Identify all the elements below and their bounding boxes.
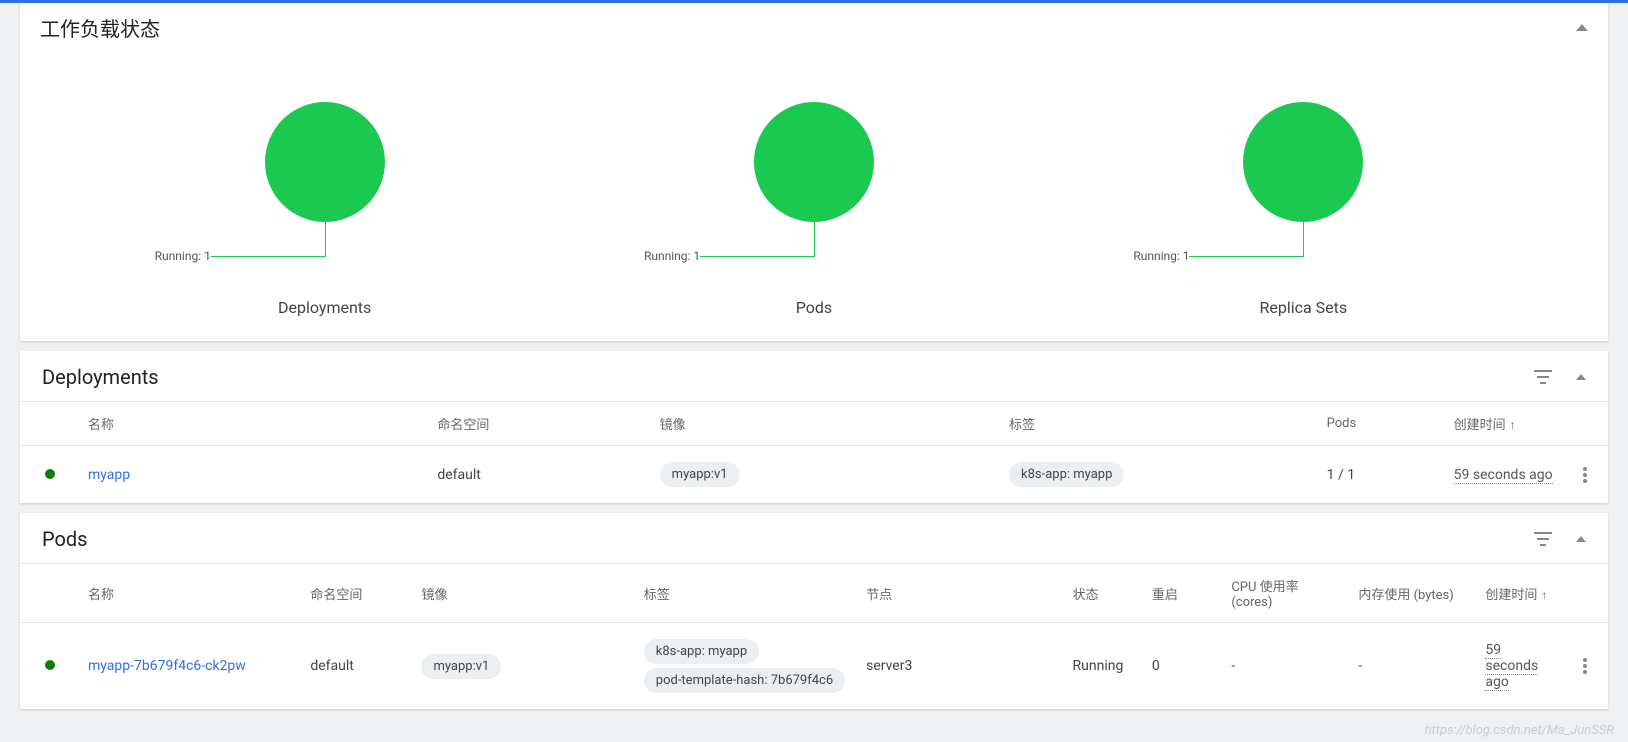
pie-label: Running: 1	[155, 249, 211, 263]
table-row[interactable]: myapp default myapp:v1 k8s-app: myapp 1 …	[20, 446, 1608, 504]
workload-status-card: 工作负载状态 Running: 1 Deployments Running: 1…	[20, 3, 1608, 341]
th-name[interactable]: 名称	[80, 402, 429, 446]
deployments-head-icons	[1534, 370, 1586, 384]
collapse-icon[interactable]	[1576, 24, 1588, 31]
th-image[interactable]: 镜像	[652, 402, 1001, 446]
th-created[interactable]: 创建时间 ↑	[1477, 564, 1562, 623]
th-name[interactable]: 名称	[80, 564, 302, 623]
label-chip: pod-template-hash: 7b679f4c6	[644, 668, 845, 693]
pie-connector-vert	[1303, 222, 1304, 256]
cell-namespace: default	[302, 623, 413, 710]
deployments-header: Deployments	[20, 365, 1608, 401]
cell-pods: 1 / 1	[1319, 446, 1446, 504]
row-menu-icon[interactable]	[1583, 658, 1587, 674]
row-menu-icon[interactable]	[1583, 467, 1587, 483]
label-chip: k8s-app: myapp	[1009, 462, 1124, 487]
sort-asc-icon: ↑	[1541, 588, 1547, 602]
cell-namespace: default	[429, 446, 651, 504]
cell-restarts: 0	[1144, 623, 1223, 710]
th-created-label: 创建时间	[1454, 418, 1506, 433]
cell-node: server3	[858, 623, 1064, 710]
th-created[interactable]: 创建时间 ↑	[1446, 402, 1562, 446]
cell-status: Running	[1065, 623, 1144, 710]
pods-title: Pods	[42, 527, 88, 551]
pie-icon	[265, 102, 385, 222]
collapse-icon[interactable]	[1576, 374, 1586, 380]
table-header-row: 名称 命名空间 镜像 标签 节点 状态 重启 CPU 使用率 (cores) 内…	[20, 564, 1608, 623]
pods-head-icons	[1534, 532, 1586, 546]
chart-replicasets: Running: 1 Replica Sets	[1059, 102, 1548, 317]
watermark-text: https://blog.csdn.net/Ma_JunSSR	[1425, 723, 1614, 738]
pie-connector-vert	[325, 222, 326, 256]
table-row[interactable]: myapp-7b679f4c6-ck2pw default myapp:v1 k…	[20, 623, 1608, 710]
pie-connector-horiz	[211, 256, 326, 257]
filter-icon[interactable]	[1534, 370, 1552, 384]
th-memory[interactable]: 内存使用 (bytes)	[1350, 564, 1477, 623]
chart-pods: Running: 1 Pods	[569, 102, 1058, 317]
status-dot-icon	[45, 469, 55, 479]
status-dot-icon	[45, 660, 55, 670]
th-labels[interactable]: 标签	[1001, 402, 1319, 446]
sort-asc-icon: ↑	[1510, 418, 1516, 432]
pod-link[interactable]: myapp-7b679f4c6-ck2pw	[88, 658, 246, 674]
image-chip: myapp:v1	[421, 654, 501, 679]
workload-status-header: 工作负载状态	[40, 13, 1588, 42]
pie-wrap: Running: 1	[235, 102, 415, 282]
pods-header: Pods	[20, 527, 1608, 563]
th-restarts[interactable]: 重启	[1144, 564, 1223, 623]
chart-title: Pods	[796, 298, 832, 317]
th-pods[interactable]: Pods	[1319, 402, 1446, 446]
chart-title: Deployments	[278, 298, 371, 317]
pie-icon	[1243, 102, 1363, 222]
cell-created: 59 seconds ago	[1485, 642, 1538, 691]
deployments-title: Deployments	[42, 365, 159, 389]
deployment-link[interactable]: myapp	[88, 467, 130, 483]
th-namespace[interactable]: 命名空间	[429, 402, 651, 446]
label-chip: k8s-app: myapp	[644, 639, 759, 664]
pie-wrap: Running: 1	[1213, 102, 1393, 282]
table-header-row: 名称 命名空间 镜像 标签 Pods 创建时间 ↑	[20, 402, 1608, 446]
collapse-icon[interactable]	[1576, 536, 1586, 542]
th-cpu[interactable]: CPU 使用率 (cores)	[1223, 564, 1350, 623]
pods-table: 名称 命名空间 镜像 标签 节点 状态 重启 CPU 使用率 (cores) 内…	[20, 563, 1608, 709]
workload-status-title: 工作负载状态	[40, 13, 160, 42]
cell-cpu: -	[1223, 623, 1350, 710]
pie-wrap: Running: 1	[724, 102, 904, 282]
image-chip: myapp:v1	[660, 462, 740, 487]
th-labels[interactable]: 标签	[636, 564, 858, 623]
pods-card: Pods 名称 命名空间 镜像 标签 节点 状态 重启 CPU 使用率 (cor…	[20, 513, 1608, 709]
th-node[interactable]: 节点	[858, 564, 1064, 623]
status-chart-row: Running: 1 Deployments Running: 1 Pods R…	[40, 102, 1588, 317]
th-image[interactable]: 镜像	[413, 564, 635, 623]
deployments-table: 名称 命名空间 镜像 标签 Pods 创建时间 ↑ myapp default m…	[20, 401, 1608, 503]
filter-icon[interactable]	[1534, 532, 1552, 546]
pie-label: Running: 1	[644, 249, 700, 263]
deployments-card: Deployments 名称 命名空间 镜像 标签 Pods 创建时间 ↑	[20, 351, 1608, 503]
pie-connector-horiz	[1189, 256, 1304, 257]
pie-connector-vert	[814, 222, 815, 256]
th-namespace[interactable]: 命名空间	[302, 564, 413, 623]
cell-memory: -	[1350, 623, 1477, 710]
chart-title: Replica Sets	[1260, 298, 1348, 317]
pie-label: Running: 1	[1133, 249, 1189, 263]
th-status[interactable]: 状态	[1065, 564, 1144, 623]
pie-icon	[754, 102, 874, 222]
pie-connector-horiz	[700, 256, 815, 257]
th-created-label: 创建时间	[1485, 588, 1537, 603]
chart-deployments: Running: 1 Deployments	[80, 102, 569, 317]
cell-created: 59 seconds ago	[1454, 467, 1553, 484]
